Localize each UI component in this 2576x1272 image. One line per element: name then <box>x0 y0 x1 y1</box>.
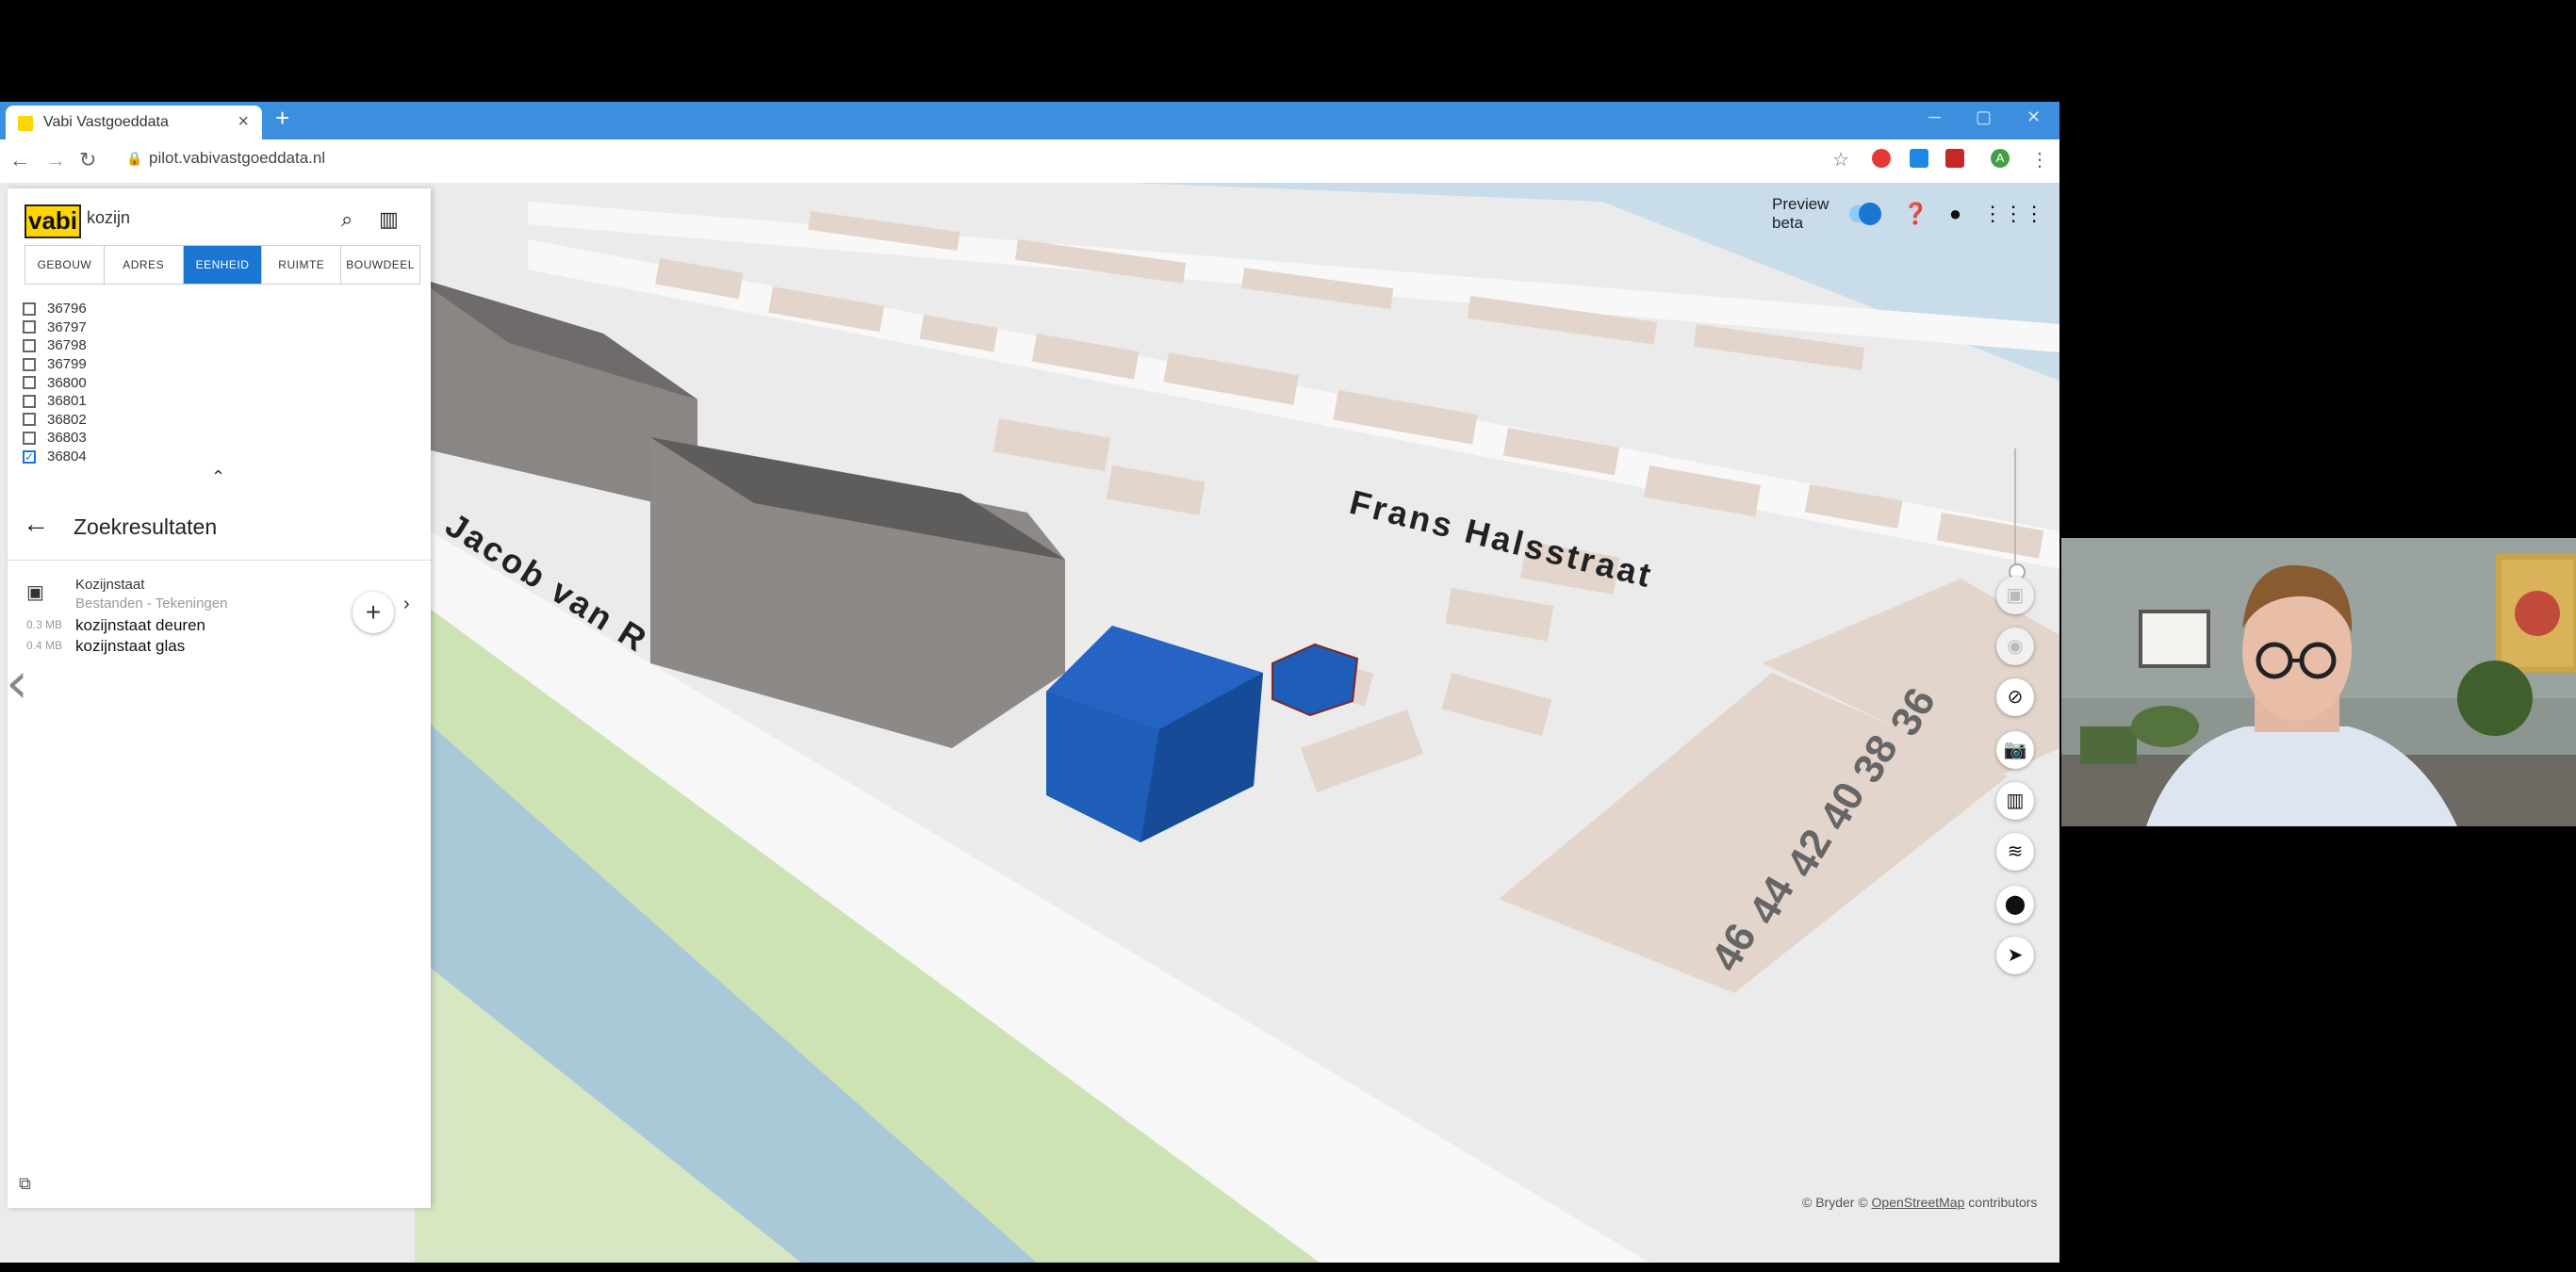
checkbox-icon[interactable] <box>23 376 36 390</box>
checklist-label: 36799 <box>47 356 87 373</box>
add-button[interactable]: + <box>353 592 394 633</box>
camera-icon[interactable]: 📷 <box>1996 731 2034 769</box>
map-icon[interactable]: ▥ <box>1996 782 2034 820</box>
layers-off-icon[interactable]: ≋ <box>1996 833 2034 871</box>
result-category: Bestanden - Tekeningen <box>75 595 228 612</box>
bookmark-star-icon[interactable]: ☆ <box>1832 148 1849 171</box>
checklist-label: 36802 <box>47 411 87 428</box>
search-input[interactable] <box>85 207 324 229</box>
navigate-icon[interactable]: ➤ <box>1996 937 2034 974</box>
document-icon: ▣ <box>26 582 44 603</box>
checklist-item[interactable]: 36798 <box>23 336 400 355</box>
tab-ruimte[interactable]: RUIMTE <box>262 246 342 284</box>
back-arrow-icon[interactable]: ← <box>23 509 49 539</box>
preview-beta-toggle[interactable] <box>1849 203 1882 225</box>
account-icon[interactable]: ● <box>1949 202 1961 226</box>
checklist-item[interactable]: 36803 <box>23 429 400 448</box>
file-link[interactable]: kozijnstaat glas <box>75 637 185 656</box>
checkbox-icon[interactable] <box>23 394 36 408</box>
opera-extension-icon[interactable] <box>1872 149 1891 168</box>
attribution-suffix: contributors <box>1968 1195 2038 1210</box>
minimize-icon[interactable]: ─ <box>1928 107 1941 127</box>
file-link[interactable]: kozijnstaat deuren <box>75 616 205 635</box>
forward-nav-icon[interactable]: → <box>45 148 66 172</box>
close-window-icon[interactable]: ✕ <box>2026 107 2041 127</box>
checklist-label: 36804 <box>47 448 87 465</box>
unit-checklist: 36796 36797 36798 36799 36800 36801 36802 36803… <box>23 300 400 465</box>
checklist-label: 36796 <box>47 301 87 318</box>
back-nav-icon[interactable]: ← <box>9 148 30 172</box>
eye-icon[interactable]: ◉ <box>1996 628 2034 665</box>
checkbox-icon[interactable] <box>23 302 36 316</box>
tab-bouwdeel[interactable]: BOUWDEEL <box>341 246 419 284</box>
close-tab-icon[interactable]: × <box>238 111 249 133</box>
file-size: 0.3 MB <box>26 618 63 631</box>
checklist-item[interactable]: 36800 <box>23 373 400 392</box>
checklist-item[interactable]: 36797 <box>23 318 400 337</box>
checklist-item[interactable]: 36801 <box>23 392 400 411</box>
checklist-label: 36797 <box>47 318 87 335</box>
osm-link[interactable]: OpenStreetMap <box>1872 1195 1965 1210</box>
divider <box>8 560 431 561</box>
tilt-slider-track <box>2014 448 2016 571</box>
entity-tabs: GEBOUW ADRES EENHEID RUIMTE BOUWDEEL <box>25 245 420 285</box>
help-icon[interactable]: ❓ <box>1902 202 1928 226</box>
search-icon[interactable]: ⌕ <box>341 207 353 232</box>
attribution-prefix: © Bryder © <box>1802 1195 1868 1210</box>
extension-icon[interactable] <box>1910 149 1928 168</box>
checklist-item[interactable]: 36799 <box>23 355 400 374</box>
browser-window: Vabi Vastgoeddata × + ─ ▢ ✕ ← → ↻ 🔒 pilo… <box>0 102 2059 1263</box>
lock-icon: 🔒 <box>126 151 143 166</box>
checklist-item[interactable]: ✓ 36804 <box>23 448 400 466</box>
checklist-label: 36800 <box>47 374 87 391</box>
maximize-icon[interactable]: ▢ <box>1976 107 1992 127</box>
apps-grid-icon[interactable]: ⋮⋮⋮ <box>1982 202 2044 226</box>
checkbox-icon[interactable] <box>23 431 36 445</box>
address-bar[interactable]: pilot.vabivastgoeddata.nl <box>149 149 325 168</box>
browser-toolbar: ← → ↻ 🔒 pilot.vabivastgoeddata.nl ☆ A ⋮ <box>0 139 2059 184</box>
location-pin-icon[interactable]: ⬤ <box>1996 886 2034 923</box>
result-name: Kozijnstaat <box>75 577 145 593</box>
presenter-webcam <box>2061 538 2576 826</box>
checklist-label: 36798 <box>47 337 87 354</box>
map-view-icon[interactable]: ▥ <box>379 207 399 232</box>
browser-menu-icon[interactable]: ⋮ <box>2030 148 2049 171</box>
results-header: ← Zoekresultaten <box>23 509 418 546</box>
tab-title: Vabi Vastgoeddata <box>43 114 169 130</box>
layer-3d-icon[interactable]: ▣ <box>1996 577 2034 614</box>
checkbox-checked-icon[interactable]: ✓ <box>23 449 36 464</box>
favicon-icon <box>18 116 33 131</box>
checkbox-icon[interactable] <box>23 338 36 352</box>
tab-strip: Vabi Vastgoeddata × + ─ ▢ ✕ <box>0 102 2059 139</box>
chevron-right-icon[interactable]: › <box>403 594 410 615</box>
extension-icon[interactable] <box>1945 149 1964 168</box>
layers-icon[interactable]: ⧉ <box>19 1174 31 1194</box>
profile-avatar[interactable]: A <box>1991 149 2010 168</box>
results-title: Zoekresultaten <box>74 514 218 539</box>
checklist-item[interactable]: 36796 <box>23 300 400 318</box>
vabi-logo: vabi <box>25 204 81 238</box>
toggle-knob <box>1859 203 1882 225</box>
tab-adres[interactable]: ADRES <box>105 246 184 284</box>
chevron-up-icon[interactable]: ⌃ <box>211 467 225 487</box>
eye-off-icon[interactable]: ⊘ <box>1996 678 2034 716</box>
checkbox-icon[interactable] <box>23 320 36 334</box>
checkbox-icon[interactable] <box>23 357 36 371</box>
map-attribution: © Bryder © OpenStreetMap contributors <box>1802 1195 2037 1210</box>
file-size: 0.4 MB <box>26 639 63 652</box>
checklist-label: 36801 <box>47 393 87 410</box>
checkbox-icon[interactable] <box>23 413 36 427</box>
tab-eenheid[interactable]: EENHEID <box>183 246 263 284</box>
preview-beta-label: Preview beta <box>1772 195 1829 232</box>
reload-icon[interactable]: ↻ <box>79 148 96 172</box>
checklist-label: 36803 <box>47 430 87 447</box>
checklist-item[interactable]: 36802 <box>23 411 400 430</box>
webcam-image <box>2061 538 2576 826</box>
map-top-controls: Preview beta ❓ ● ⋮⋮⋮ <box>1772 195 2059 232</box>
tab-gebouw[interactable]: GEBOUW <box>25 246 105 284</box>
new-tab-button[interactable]: + <box>275 104 289 133</box>
browser-tab[interactable]: Vabi Vastgoeddata × <box>6 106 262 139</box>
previous-slide-icon[interactable]: ‹ <box>6 650 28 716</box>
search-sidebar: vabi ⌕ ▥ GEBOUW ADRES EENHEID RUIMTE BOU… <box>8 188 431 1208</box>
